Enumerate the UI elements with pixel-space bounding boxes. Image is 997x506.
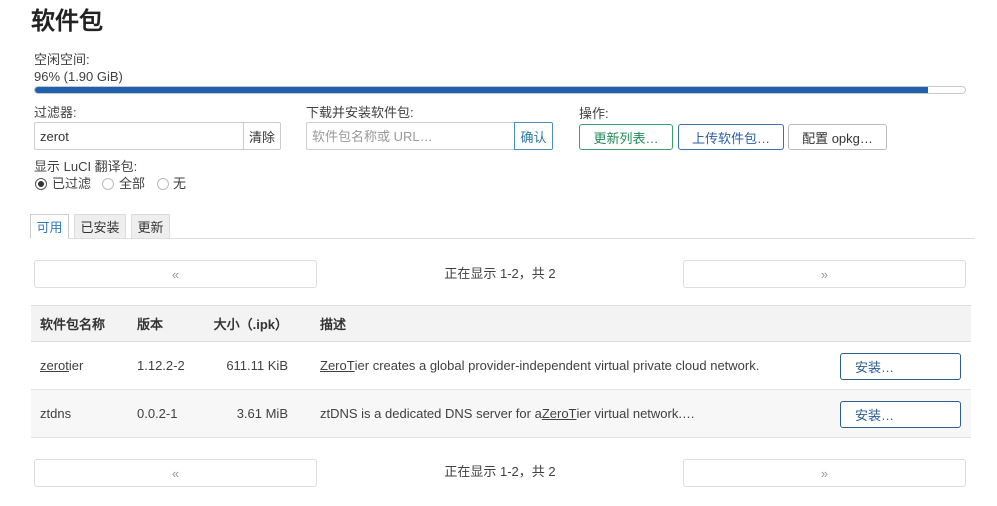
header-name: 软件包名称	[40, 317, 106, 332]
radio-filtered-label[interactable]: 已过滤	[52, 176, 91, 192]
radio-all[interactable]	[102, 178, 114, 190]
pager-status: 正在显示 1-2，共 2	[444, 266, 556, 281]
free-space-bar	[34, 86, 966, 94]
header-size: 大小（.ipk）	[213, 317, 288, 332]
next-page-button-bottom[interactable]: »	[683, 459, 966, 487]
prev-page-button[interactable]: «	[34, 260, 317, 288]
package-version: 1.12.2-2	[137, 358, 185, 373]
install-button[interactable]: 安装…	[840, 353, 961, 380]
clear-filter-button[interactable]: 清除	[243, 122, 281, 150]
description-rest: ier virtual network.…	[576, 406, 695, 421]
tab-available[interactable]: 可用	[30, 214, 69, 239]
description-prefix: ztDNS is a dedicated DNS server for a	[320, 406, 542, 421]
filter-match: ZeroT	[320, 358, 355, 373]
table-header: 软件包名称 版本 大小（.ipk） 描述	[31, 305, 971, 342]
radio-all-label[interactable]: 全部	[119, 176, 145, 192]
header-description: 描述	[320, 317, 347, 332]
update-lists-button[interactable]: 更新列表…	[579, 124, 673, 150]
free-space-value: 96% (1.90 GiB)	[34, 69, 123, 84]
filter-match: ZeroT	[541, 406, 577, 421]
package-size: 611.11 KiB	[226, 358, 288, 373]
free-space-bar-fill	[35, 87, 928, 93]
package-description: ZeroT ier creates a global provider-indep…	[320, 342, 759, 389]
description-rest: ier creates a global provider-independen…	[354, 358, 760, 373]
configure-opkg-button[interactable]: 配置 opkg…	[788, 124, 887, 150]
upload-package-button[interactable]: 上传软件包…	[678, 124, 784, 150]
package-name: zerot ier	[40, 342, 83, 389]
package-size: 3.61 MiB	[236, 406, 288, 421]
actions-label: 操作:	[579, 106, 609, 121]
package-description: ztDNS is a dedicated DNS server for a Ze…	[320, 390, 695, 437]
package-name: ztdns	[40, 390, 71, 437]
radio-filtered[interactable]	[35, 178, 47, 190]
radio-none-label[interactable]: 无	[173, 176, 186, 192]
package-name-rest: ztdns	[40, 406, 72, 421]
filter-input[interactable]	[34, 122, 244, 150]
confirm-install-button[interactable]: 确认	[514, 122, 553, 150]
tab-installed[interactable]: 已安装	[74, 214, 126, 239]
free-space-label: 空闲空间:	[34, 52, 90, 67]
translations-label: 显示 LuCI 翻译包:	[34, 159, 138, 174]
prev-page-button-bottom[interactable]: «	[34, 459, 317, 487]
next-page-button[interactable]: »	[683, 260, 966, 288]
tab-divider	[30, 238, 975, 239]
table-row: zerot ier 1.12.2-2 611.11 KiB ZeroT ier cr…	[31, 342, 971, 390]
install-button[interactable]: 安装…	[840, 401, 961, 428]
package-name-rest: ier	[68, 358, 84, 373]
download-label: 下载并安装软件包:	[306, 105, 414, 120]
page-title: 软件包	[31, 8, 103, 35]
radio-none[interactable]	[157, 178, 169, 190]
tab-updates[interactable]: 更新	[131, 214, 170, 239]
table-row: ztdns 0.0.2-1 3.61 MiB ztDNS is a dedica…	[31, 390, 971, 438]
header-version: 版本	[137, 317, 164, 332]
packages-table: 软件包名称 版本 大小（.ipk） 描述 zerot ier 1.12.2-2 6…	[31, 305, 971, 438]
package-version: 0.0.2-1	[137, 406, 178, 421]
pager-status-bottom: 正在显示 1-2，共 2	[444, 464, 556, 479]
package-url-input[interactable]	[306, 122, 515, 150]
filter-label: 过滤器:	[34, 105, 77, 120]
filter-match: zerot	[40, 358, 69, 373]
